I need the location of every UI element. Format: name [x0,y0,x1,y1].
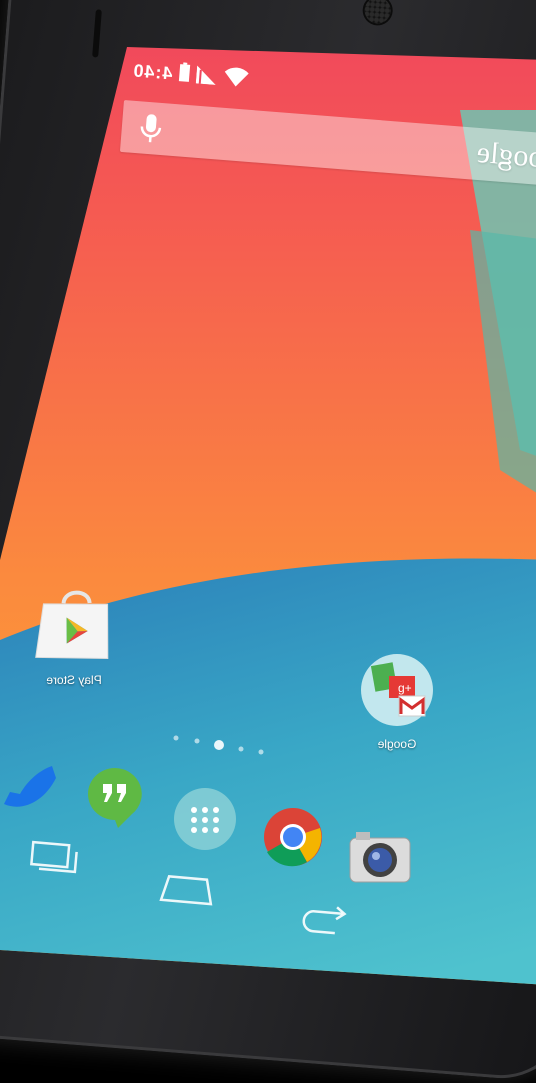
page-indicator [173,735,264,755]
app-label-play-store: Play Store [46,673,102,687]
recent-apps-icon [30,840,78,874]
dock-camera[interactable] [346,828,414,891]
wifi-icon [223,65,249,92]
status-time: 4:40 [131,59,174,84]
camera-icon [349,832,411,883]
recent-apps-button[interactable] [30,840,78,881]
app-label-google: Google [377,737,417,751]
play-store-icon [35,590,109,659]
app-play-store[interactable]: Play Store [24,588,124,687]
power-key [92,9,102,58]
svg-text:g+: g+ [398,681,412,695]
home-icon [159,875,213,906]
back-icon [302,906,347,935]
back-button[interactable] [296,902,348,941]
dock-chrome[interactable] [262,806,324,873]
dock-hangouts[interactable] [86,766,144,833]
earpiece-speaker [363,0,392,25]
google-logo: Google [475,135,536,176]
app-drawer-icon [174,788,236,850]
home-button[interactable] [158,872,216,913]
phone-icon [4,766,56,807]
signal-icon [195,63,219,90]
google-folder-icon: g+ [361,654,433,726]
dock-app-drawer[interactable] [172,786,238,857]
chrome-icon [264,808,322,867]
battery-icon [177,61,191,88]
dock-phone[interactable] [0,758,60,819]
hangouts-icon [88,768,142,828]
app-google-folder[interactable]: g+ Google [352,652,442,751]
mic-icon[interactable] [138,113,163,150]
